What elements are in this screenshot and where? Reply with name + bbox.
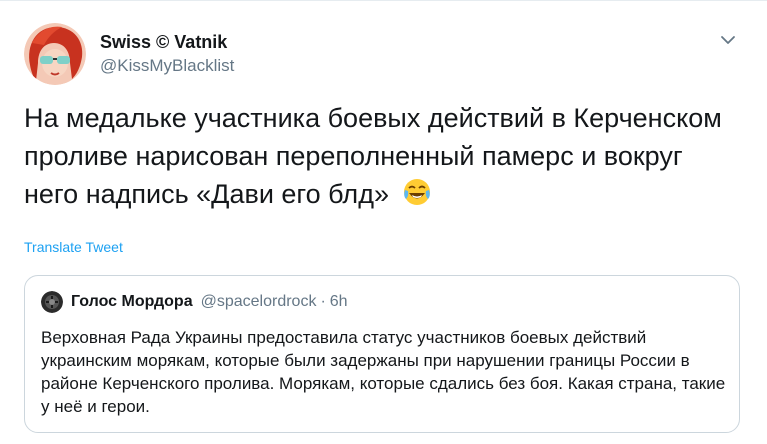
tweet-body: На медальке участника боевых действий в … <box>24 99 744 213</box>
avatar[interactable] <box>24 23 86 85</box>
tweet-header: Swiss © Vatnik @KissMyBlacklist <box>24 23 234 85</box>
tweet-card: Swiss © Vatnik @KissMyBlacklist На медал… <box>0 0 767 444</box>
translate-tweet-link[interactable]: Translate Tweet <box>24 239 123 255</box>
dark-round-avatar-icon <box>41 291 63 313</box>
face-with-tears-of-joy-icon <box>402 177 432 207</box>
tweet-text: На медальке участника боевых действий в … <box>24 103 722 209</box>
quoted-tweet-header: Голос Мордора @spacelordrock · 6h <box>41 290 723 314</box>
quoted-tweet-text: Верховная Рада Украины предоставила стат… <box>41 328 726 416</box>
author-display-name[interactable]: Swiss © Vatnik <box>100 31 234 53</box>
quoted-tweet[interactable]: Голос Мордора @spacelordrock · 6h Верхов… <box>24 275 740 433</box>
quoted-author-display-name: Голос Мордора <box>71 293 193 310</box>
chevron-down-icon[interactable] <box>719 31 737 49</box>
quoted-author-handle: @spacelordrock <box>200 293 317 310</box>
avatar <box>41 291 63 313</box>
author-handle[interactable]: @KissMyBlacklist <box>100 55 234 77</box>
time-separator: · <box>320 293 326 310</box>
author-names: Swiss © Vatnik @KissMyBlacklist <box>100 31 234 77</box>
red-haired-cartoon-avatar-icon <box>24 23 86 85</box>
quoted-tweet-time: 6h <box>329 293 348 310</box>
